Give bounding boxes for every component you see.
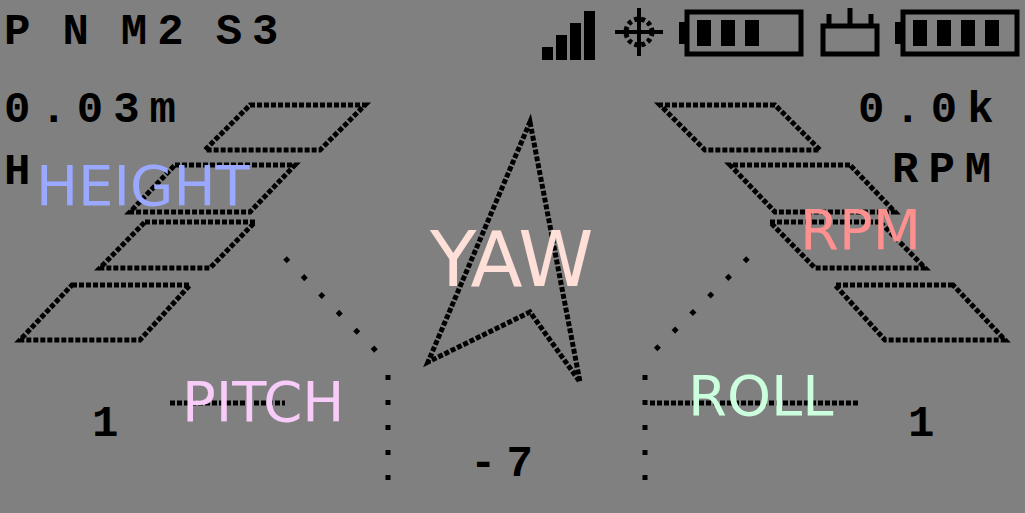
mode-item: M2	[121, 8, 194, 56]
height-bar-icon	[205, 105, 365, 150]
drone-icon	[815, 4, 885, 60]
pitch-value: 1	[92, 400, 128, 448]
mode-list: PN M2 S3	[4, 8, 288, 56]
status-icons	[539, 4, 1021, 60]
overlay-label: YAW	[430, 222, 594, 298]
roll-value: 1	[908, 400, 944, 448]
roll-indicator-icon	[645, 258, 860, 482]
rpm-marker: RPM	[892, 146, 1001, 194]
mode-item: S3	[216, 8, 289, 56]
mode-item: P	[4, 8, 40, 56]
distance-value: 0.0k	[858, 86, 1004, 134]
drone-battery-icon	[895, 4, 1021, 60]
gear-icon	[609, 4, 669, 60]
status-bar: PN M2 S3	[0, 0, 1025, 62]
height-marker: H	[4, 148, 40, 196]
height-bar-icon	[20, 285, 190, 340]
mode-item: N	[62, 8, 98, 56]
height-bar-icon	[100, 222, 255, 268]
yaw-value: -7	[470, 440, 543, 488]
telemetry-screen: PN M2 S3 0.03m H 0.0k RPM 1 1 -7 HEIGHT YAW RPM PITCH…	[0, 0, 1025, 513]
overlay-label: PITCH	[182, 374, 344, 430]
overlay-label: ROLL	[688, 368, 833, 424]
rpm-bar-icon	[835, 285, 1005, 340]
overlay-label: RPM	[800, 202, 921, 258]
pitch-indicator-icon	[170, 258, 388, 482]
rpm-bar-icon	[660, 105, 820, 150]
transmitter-battery-icon	[679, 4, 805, 60]
height-value: 0.03m	[4, 86, 186, 134]
signal-icon	[539, 4, 599, 60]
overlay-label: HEIGHT	[36, 158, 250, 214]
